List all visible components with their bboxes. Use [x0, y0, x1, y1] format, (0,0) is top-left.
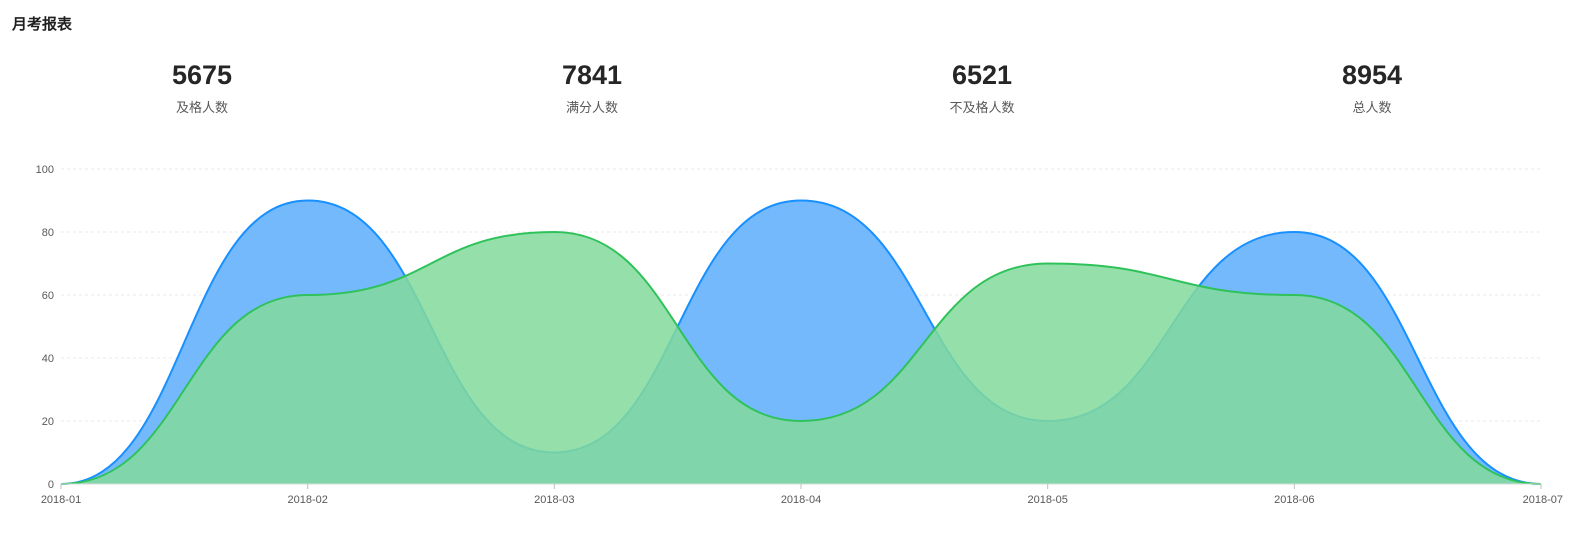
- y-tick-label: 40: [42, 353, 54, 365]
- x-tick-label: 2018-07: [1523, 494, 1563, 506]
- x-tick-label: 2018-01: [41, 494, 81, 506]
- x-tick-label: 2018-03: [534, 494, 574, 506]
- x-tick-label: 2018-02: [287, 494, 327, 506]
- y-tick-label: 60: [42, 290, 54, 302]
- area-chart: 0 20 40 60 80 100 2018-01 2018-02 2018-03 2018-04…: [36, 164, 1563, 506]
- y-tick-label: 20: [42, 416, 54, 428]
- x-tick-label: 2018-05: [1027, 494, 1067, 506]
- y-tick-label: 0: [48, 479, 54, 491]
- x-tick-label: 2018-06: [1274, 494, 1314, 506]
- y-tick-label: 80: [42, 227, 54, 239]
- x-tick-label: 2018-04: [781, 494, 821, 506]
- y-tick-label: 100: [36, 164, 54, 176]
